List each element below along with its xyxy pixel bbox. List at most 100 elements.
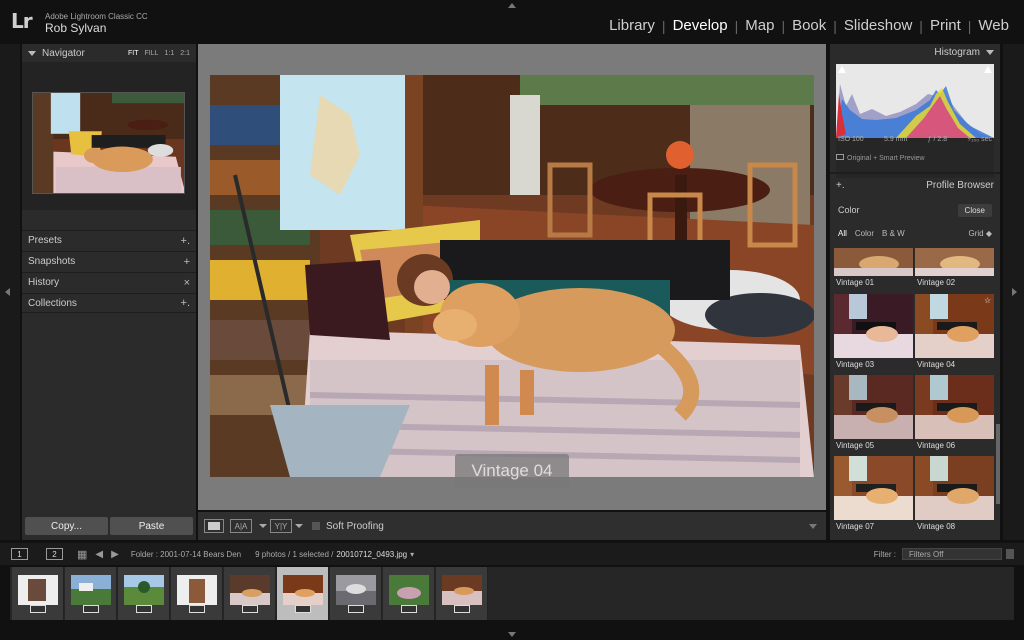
module-web[interactable]: Web — [971, 17, 1016, 34]
profile-browser-header: +. Profile Browser — [830, 176, 1000, 194]
navigator-photo — [33, 93, 184, 193]
module-slideshow[interactable]: Slideshow — [837, 17, 919, 34]
module-library[interactable]: Library — [602, 17, 662, 34]
highlight-clipping-icon[interactable] — [984, 66, 992, 73]
main-photo-image — [210, 75, 814, 477]
filmstrip-thumb[interactable] — [224, 567, 276, 620]
disclosure-triangle-icon — [28, 50, 36, 56]
selected-filename[interactable]: 20010712_0493.jpg — [336, 550, 407, 559]
profile-browser-title: Profile Browser — [926, 179, 994, 191]
collapse-right-icon[interactable] — [1012, 288, 1017, 296]
module-map[interactable]: Map — [738, 17, 781, 34]
histogram-header[interactable]: Histogram — [830, 44, 1000, 60]
filter-bw[interactable]: B & W — [882, 229, 905, 238]
collections-section[interactable]: Collections +. — [22, 293, 196, 313]
shadow-clipping-icon[interactable] — [838, 66, 846, 73]
profile-thumb-vintage-05[interactable]: Vintage 05 — [834, 375, 913, 453]
zoom-fit[interactable]: FIT — [128, 50, 139, 57]
filter-color[interactable]: Color — [855, 229, 874, 238]
right-edge-strip[interactable] — [1003, 44, 1024, 540]
left-edge-strip[interactable] — [0, 44, 20, 540]
view-mode-label: Grid — [968, 228, 984, 238]
presets-label: Presets — [28, 235, 62, 246]
presets-section[interactable]: Presets +. — [22, 230, 196, 250]
before-after-aa-button[interactable]: A|A — [230, 519, 252, 533]
filter-lock-icon[interactable] — [1006, 549, 1014, 559]
profile-thumb-vintage-07[interactable]: Vintage 07 — [834, 456, 913, 534]
filmstrip-thumb[interactable] — [171, 567, 223, 620]
collapse-triangle-icon[interactable] — [986, 49, 994, 55]
profile-scrollbar[interactable] — [996, 424, 1000, 504]
favorite-star-icon[interactable]: ☆ — [984, 296, 991, 305]
toolbar-content-menu-icon[interactable] — [809, 524, 817, 529]
filmstrip-thumb[interactable] — [330, 567, 382, 620]
view-mode-select[interactable]: Grid ◆ — [969, 229, 993, 238]
profile-thumb-vintage-08[interactable]: Vintage 08 — [915, 456, 994, 534]
zoom-1-1[interactable]: 1:1 — [165, 50, 175, 57]
module-develop[interactable]: Develop — [666, 17, 735, 34]
back-arrow-icon[interactable]: ◀ — [95, 549, 103, 560]
before-after-menu-icon[interactable] — [259, 524, 267, 528]
zoom-fill[interactable]: FILL — [145, 50, 159, 57]
copy-button[interactable]: Copy... — [25, 517, 108, 535]
profile-thumb-vintage-06[interactable]: Vintage 06 — [915, 375, 994, 453]
filename-menu-icon[interactable]: ▾ — [410, 550, 414, 559]
soft-proofing-checkbox[interactable] — [312, 522, 320, 530]
filmstrip-thumb[interactable] — [65, 567, 117, 620]
photo-canvas[interactable]: Vintage 04 — [198, 44, 826, 510]
filter-all[interactable]: All — [838, 229, 847, 238]
zoom-2-1[interactable]: 2:1 — [180, 50, 190, 57]
main-window-button[interactable]: 1 — [11, 548, 28, 560]
collections-label: Collections — [28, 297, 77, 309]
main-photo[interactable] — [210, 75, 814, 477]
folder-path[interactable]: Folder : 2001-07-14 Bears Den — [131, 550, 241, 559]
grid-icon[interactable]: ▦ — [77, 548, 87, 561]
lightroom-logo: Lr — [11, 9, 33, 33]
user-name[interactable]: Rob Sylvan — [45, 21, 106, 35]
histogram-graph — [836, 64, 994, 138]
navigator-header[interactable]: Navigator FIT FILL 1:1 2:1 — [22, 44, 196, 62]
profile-label: Vintage 04 — [917, 360, 956, 369]
collapse-bottom-icon[interactable] — [508, 632, 516, 637]
close-button[interactable]: Close — [957, 203, 992, 217]
filmstrip-thumb-selected[interactable] — [277, 567, 329, 620]
add-preset-icon[interactable]: +. — [181, 235, 190, 247]
right-panel: Histogram ISO 100 5.9 mm ƒ / 2.8 ¹⁄₁₀₀ s… — [830, 44, 1000, 540]
secondary-window-button[interactable]: 2 — [46, 548, 63, 560]
filter-select[interactable]: Filters Off — [902, 548, 1002, 560]
swap-menu-icon[interactable] — [295, 524, 303, 528]
add-snapshot-icon[interactable]: + — [184, 256, 190, 268]
photo-count: 9 photos / 1 selected / — [255, 549, 334, 559]
loupe-view-button[interactable] — [204, 519, 224, 533]
paste-button[interactable]: Paste — [110, 517, 193, 535]
forward-arrow-icon[interactable]: ▶ — [111, 549, 119, 560]
add-profile-icon[interactable]: +. — [836, 180, 845, 191]
module-book[interactable]: Book — [785, 17, 833, 34]
module-print[interactable]: Print — [923, 17, 968, 34]
histogram-title: Histogram — [934, 46, 980, 58]
collapse-top-icon[interactable] — [508, 3, 516, 8]
profile-thumbnail-grid: Vintage 01 Vintage 02 Vintage 03 Vintage… — [834, 248, 998, 540]
filmstrip-thumb[interactable] — [436, 567, 488, 620]
add-collection-icon[interactable]: +. — [181, 297, 190, 309]
before-after-yy-button[interactable]: Y|Y — [270, 519, 292, 533]
clear-history-icon[interactable]: × — [184, 277, 190, 289]
collapse-left-icon[interactable] — [5, 288, 10, 296]
profile-thumb-vintage-04[interactable]: Vintage 04 ☆ — [915, 294, 994, 372]
filmstrip-thumb[interactable] — [12, 567, 64, 620]
module-picker: Library | Develop | Map | Book | Slideshow | … — [602, 17, 1016, 34]
snapshots-section[interactable]: Snapshots + — [22, 251, 196, 271]
navigator-preview[interactable] — [32, 92, 185, 194]
aperture: ƒ / 2.8 — [927, 136, 948, 143]
history-label: History — [28, 277, 60, 288]
history-section[interactable]: History × — [22, 272, 196, 292]
smart-preview-label: Original + Smart Preview — [847, 155, 925, 162]
smart-preview-status[interactable]: Original + Smart Preview — [836, 154, 925, 162]
filmstrip-thumb[interactable] — [118, 567, 170, 620]
left-panel: Navigator FIT FILL 1:1 2:1 Presets +. Sn… — [22, 44, 196, 540]
top-bar: Lr Adobe Lightroom Classic CC Rob Sylvan… — [0, 0, 1024, 42]
navigator-title: Navigator — [42, 47, 85, 59]
profile-filter-row: All Color B & W Grid ◆ — [830, 224, 1000, 242]
filmstrip-thumb[interactable] — [383, 567, 435, 620]
profile-thumb-vintage-03[interactable]: Vintage 03 — [834, 294, 913, 372]
